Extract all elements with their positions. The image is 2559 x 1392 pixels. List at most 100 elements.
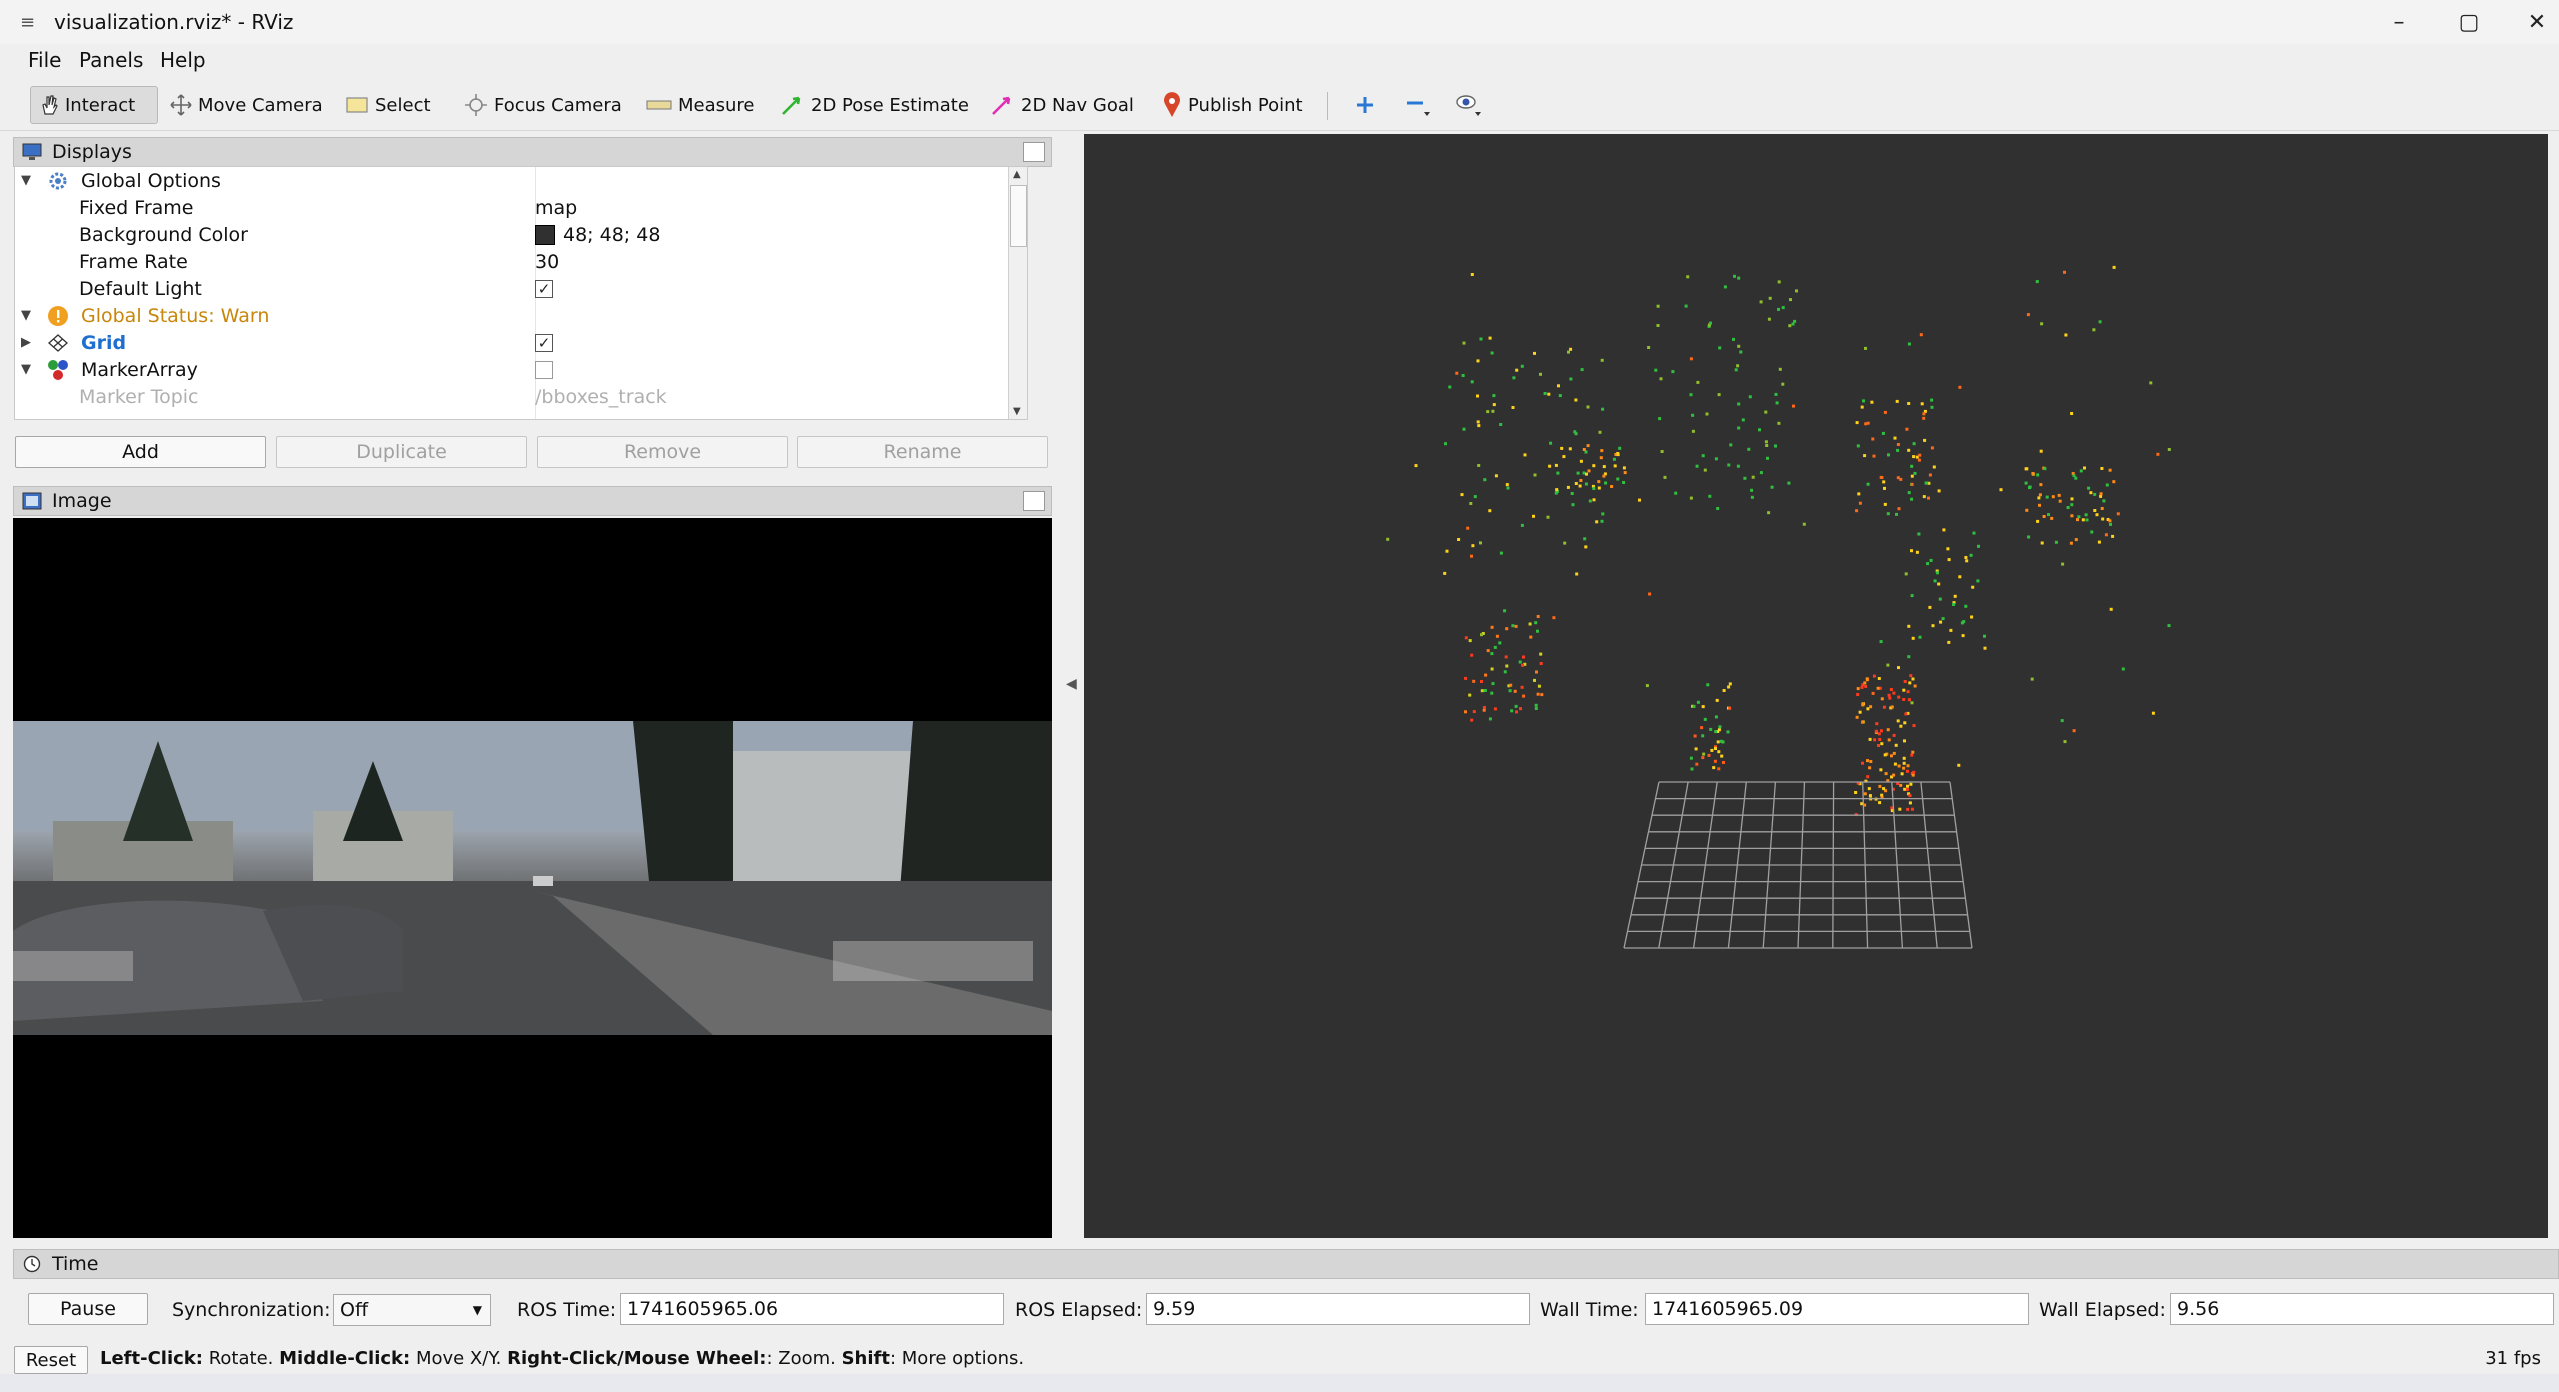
splitter-collapse-icon[interactable]: ◀ — [1066, 676, 1077, 692]
displays-panel-close-button[interactable] — [1023, 142, 1045, 162]
remove-tool-button[interactable] — [1396, 86, 1438, 124]
point — [1867, 787, 1871, 791]
point — [1926, 562, 1930, 566]
pause-button[interactable]: Pause — [28, 1293, 148, 1325]
point — [2112, 480, 2116, 484]
2d-nav-goal-tool-button[interactable]: 2D Nav Goal — [983, 86, 1142, 124]
point — [1658, 417, 1662, 421]
menu-help[interactable]: Help — [160, 48, 206, 72]
displays-tree: ▼ Global Options Fixed Frame map Backgro… — [14, 166, 1028, 420]
maximize-icon[interactable]: ▢ — [2434, 0, 2504, 44]
camera-type-button[interactable] — [1446, 86, 1490, 124]
point — [1476, 420, 1480, 424]
remove-display-button[interactable]: Remove — [537, 436, 788, 468]
eye-icon — [1456, 95, 1481, 116]
point — [1471, 544, 1475, 548]
wall-elapsed-field[interactable]: 9.56 — [2170, 1293, 2554, 1325]
point — [1861, 720, 1865, 724]
point — [1907, 491, 1911, 495]
tree-row-global-options[interactable]: ▼ Global Options — [15, 167, 1027, 194]
point — [1584, 482, 1588, 486]
point — [1777, 307, 1780, 311]
grid-enabled-value[interactable]: ✓ — [535, 333, 553, 352]
point — [1560, 446, 1564, 450]
duplicate-display-button[interactable]: Duplicate — [276, 436, 527, 468]
tree-row-background-color[interactable]: Background Color 48; 48; 48 — [15, 221, 1027, 248]
point — [1472, 679, 1476, 683]
point — [1714, 715, 1718, 719]
scroll-down-icon[interactable]: ▼ — [1013, 406, 1021, 417]
default-light-checkbox[interactable]: ✓ — [535, 279, 553, 298]
tree-row-frame-rate[interactable]: Frame Rate 30 — [15, 248, 1027, 275]
ros-time-field[interactable]: 1741605965.06 — [620, 1293, 1004, 1325]
frame-rate-value[interactable]: 30 — [535, 251, 559, 273]
expand-arrow-icon[interactable]: ▼ — [21, 308, 35, 323]
point — [1781, 306, 1785, 310]
select-box-icon — [346, 97, 368, 113]
3d-render-view[interactable] — [1084, 134, 2548, 1238]
tree-row-fixed-frame[interactable]: Fixed Frame map — [15, 194, 1027, 221]
rename-display-button[interactable]: Rename — [797, 436, 1048, 468]
point — [1477, 424, 1481, 428]
point — [1895, 399, 1899, 403]
expand-arrow-icon[interactable]: ▼ — [21, 362, 35, 377]
displays-scrollbar[interactable]: ▲ ▼ — [1008, 167, 1027, 419]
marker-topic-value[interactable]: /bboxes_track — [535, 386, 667, 408]
point — [1578, 484, 1582, 488]
point — [1932, 465, 1936, 469]
marker-array-enabled-value[interactable] — [535, 360, 553, 379]
scrollbar-thumb[interactable] — [1010, 185, 1027, 247]
point — [1868, 766, 1872, 770]
menu-file[interactable]: File — [28, 48, 61, 72]
add-tool-button[interactable] — [1346, 86, 1384, 124]
image-panel-close-button[interactable] — [1023, 491, 1045, 511]
ros-elapsed-field[interactable]: 9.59 — [1146, 1293, 1530, 1325]
point — [1897, 666, 1900, 670]
tree-row-default-light[interactable]: Default Light ✓ — [15, 275, 1027, 302]
point — [1930, 405, 1934, 409]
wall-time-field[interactable]: 1741605965.09 — [1645, 1293, 2029, 1325]
point — [1488, 336, 1492, 340]
point — [2156, 452, 2160, 456]
scroll-up-icon[interactable]: ▲ — [1013, 169, 1021, 180]
background-color-value[interactable]: 48; 48; 48 — [535, 224, 660, 246]
default-light-value[interactable]: ✓ — [535, 279, 553, 298]
point — [1907, 655, 1911, 659]
point — [1476, 359, 1480, 363]
2d-pose-estimate-tool-button[interactable]: 2D Pose Estimate — [773, 86, 977, 124]
grid-checkbox[interactable]: ✓ — [535, 333, 553, 352]
point — [1912, 455, 1916, 459]
tree-row-marker-topic[interactable]: Marker Topic /bboxes_track — [15, 383, 1027, 410]
point — [1774, 392, 1778, 396]
expand-arrow-icon[interactable]: ▼ — [21, 173, 35, 188]
point — [1539, 652, 1543, 656]
measure-tool-button[interactable]: Measure — [638, 86, 763, 124]
point — [2116, 512, 2120, 516]
point — [1748, 395, 1752, 399]
publish-point-tool-button[interactable]: Publish Point — [1154, 86, 1311, 124]
point — [1946, 547, 1950, 551]
marker-array-checkbox[interactable] — [535, 360, 553, 379]
tree-row-grid[interactable]: ▶ Grid ✓ — [15, 329, 1027, 356]
minimize-icon[interactable]: – — [2364, 0, 2434, 44]
focus-camera-tool-button[interactable]: Focus Camera — [456, 86, 630, 124]
tree-row-marker-array[interactable]: ▼ MarkerArray — [15, 356, 1027, 383]
point — [2050, 516, 2054, 520]
select-tool-button[interactable]: Select — [337, 86, 439, 124]
menu-panels[interactable]: Panels — [79, 48, 143, 72]
add-display-button[interactable]: Add — [15, 436, 266, 468]
fixed-frame-value[interactable]: map — [535, 197, 577, 219]
sync-select[interactable]: Off ▼ — [333, 1294, 491, 1326]
point — [2060, 719, 2064, 723]
move-camera-tool-button[interactable]: Move Camera — [162, 86, 331, 124]
point — [1477, 464, 1481, 467]
close-icon[interactable]: ✕ — [2502, 0, 2559, 44]
point — [1902, 688, 1906, 692]
point — [1532, 514, 1535, 518]
point — [1600, 449, 1604, 453]
collapse-arrow-icon[interactable]: ▶ — [21, 335, 35, 350]
tree-label: MarkerArray — [81, 358, 198, 381]
reset-button[interactable]: Reset — [14, 1346, 88, 1374]
interact-tool-button[interactable]: Interact — [30, 86, 158, 124]
tree-row-global-status[interactable]: ▼ Global Status: Warn — [15, 302, 1027, 329]
